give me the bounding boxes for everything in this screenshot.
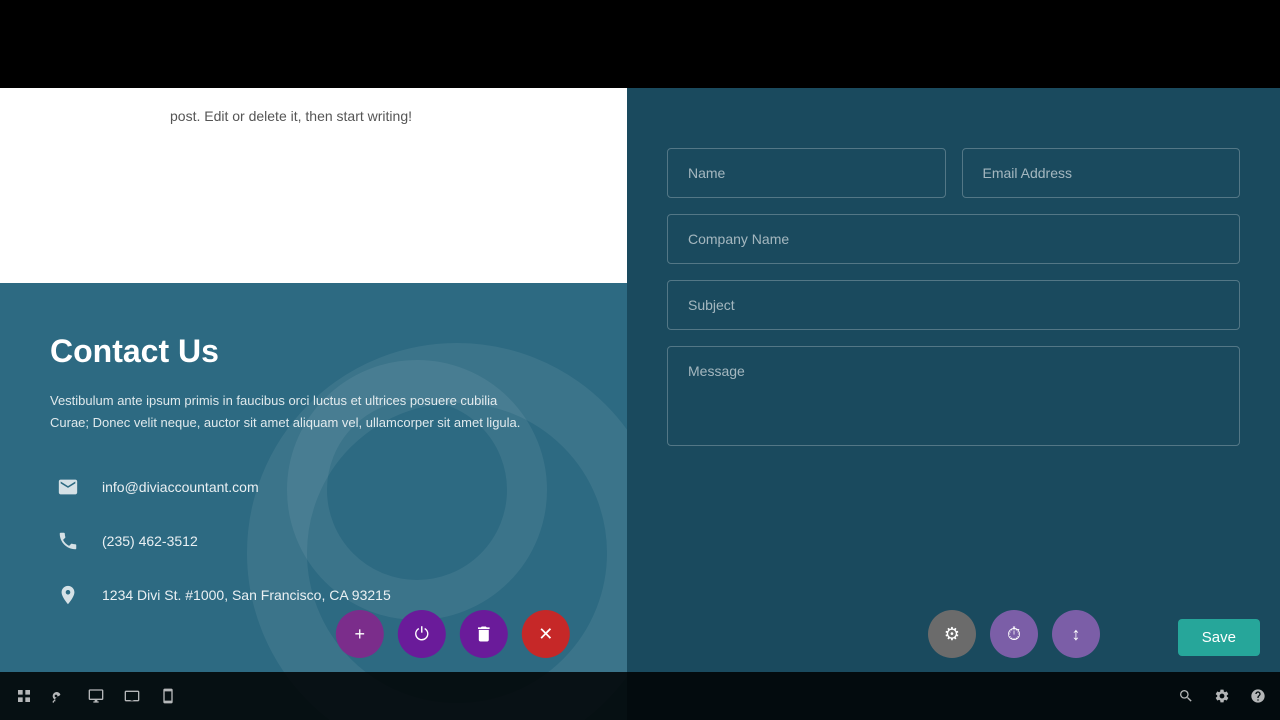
form-row-1 bbox=[667, 148, 1240, 198]
toolbar-right bbox=[1172, 682, 1272, 710]
toolbar-search-icon[interactable] bbox=[1172, 682, 1200, 710]
white-area-text: post. Edit or delete it, then start writ… bbox=[170, 98, 607, 124]
sort-button[interactable]: ↕ bbox=[1052, 610, 1100, 658]
contact-phone-row: (235) 462-3512 bbox=[50, 523, 587, 559]
toolbar-left bbox=[8, 680, 184, 712]
email-icon bbox=[50, 469, 86, 505]
add-button[interactable]: + bbox=[336, 610, 384, 658]
close-button[interactable]: ✕ bbox=[522, 610, 570, 658]
phone-icon bbox=[50, 523, 86, 559]
center-float-group: + ⏻ ✕ bbox=[336, 610, 570, 658]
contact-email-row: info@diviaccountant.com bbox=[50, 469, 587, 505]
contact-address-value: 1234 Divi St. #1000, San Francisco, CA 9… bbox=[102, 587, 391, 603]
contact-email-value: info@diviaccountant.com bbox=[102, 479, 259, 495]
grid-icon-button[interactable] bbox=[8, 680, 40, 712]
contact-address-row: 1234 Divi St. #1000, San Francisco, CA 9… bbox=[50, 577, 587, 613]
white-area: post. Edit or delete it, then start writ… bbox=[0, 88, 627, 283]
monitor-icon-button[interactable] bbox=[80, 680, 112, 712]
right-float-group: ⚙ ⏱ ↕ bbox=[928, 610, 1100, 658]
tablet-icon-button[interactable] bbox=[116, 680, 148, 712]
contact-description: Vestibulum ante ipsum primis in faucibus… bbox=[50, 390, 530, 434]
company-input[interactable] bbox=[667, 214, 1240, 264]
trash-button[interactable] bbox=[460, 610, 508, 658]
toolbar-help-icon[interactable] bbox=[1244, 682, 1272, 710]
save-button[interactable]: Save bbox=[1178, 619, 1260, 656]
contact-phone-value: (235) 462-3512 bbox=[102, 533, 198, 549]
power-button[interactable]: ⏻ bbox=[398, 610, 446, 658]
email-input[interactable] bbox=[962, 148, 1241, 198]
location-icon bbox=[50, 577, 86, 613]
top-bar bbox=[0, 0, 1280, 88]
subject-input[interactable] bbox=[667, 280, 1240, 330]
gear-button[interactable]: ⚙ bbox=[928, 610, 976, 658]
clock-button[interactable]: ⏱ bbox=[990, 610, 1038, 658]
phone-icon-button[interactable] bbox=[152, 680, 184, 712]
name-input[interactable] bbox=[667, 148, 946, 198]
message-input[interactable] bbox=[667, 346, 1240, 446]
key-icon-button[interactable] bbox=[44, 680, 76, 712]
contact-title: Contact Us bbox=[50, 333, 587, 370]
toolbar-settings-icon[interactable] bbox=[1208, 682, 1236, 710]
bottom-toolbar bbox=[0, 672, 1280, 720]
